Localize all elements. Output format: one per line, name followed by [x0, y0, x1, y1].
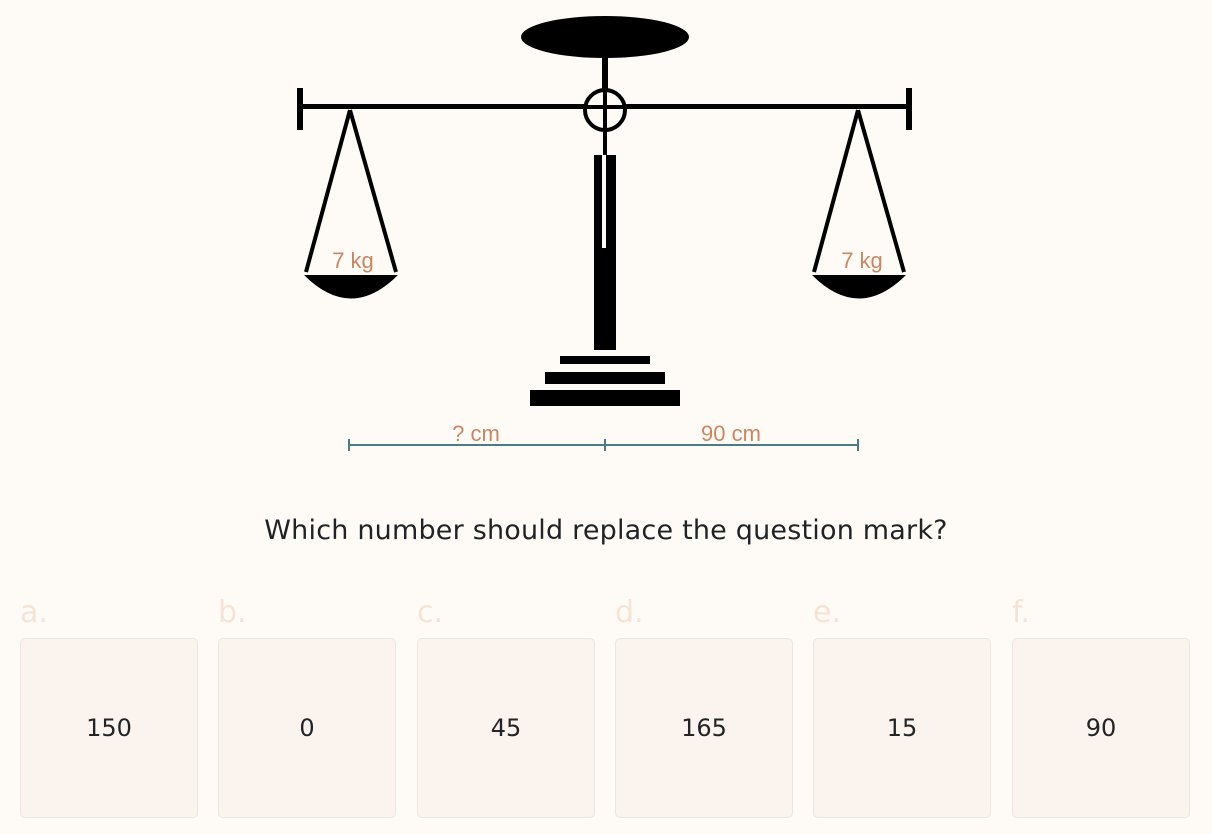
- scale-beam-left-cap: [297, 88, 303, 130]
- balance-scale-illustration: 7 kg 7 kg ? cm 90 cm: [297, 16, 912, 451]
- scale-base-step-2: [545, 372, 665, 384]
- scale-base-step-3: [530, 390, 680, 406]
- option-f: f. 90: [1012, 596, 1190, 818]
- option-c-value: 45: [490, 714, 522, 742]
- option-b-letter: b.: [218, 595, 247, 630]
- option-d: d. 165: [615, 596, 793, 818]
- scale-base-step-1: [560, 356, 650, 364]
- question-text: Which number should replace the question…: [264, 515, 948, 546]
- option-f-letter: f.: [1012, 595, 1030, 630]
- left-distance-label: ? cm: [452, 421, 500, 446]
- option-a-button[interactable]: 150: [20, 638, 198, 818]
- option-f-value: 90: [1085, 714, 1117, 742]
- scale-beam-right-cap: [906, 88, 912, 130]
- right-distance-label: 90 cm: [701, 421, 761, 446]
- option-d-letter: d.: [615, 595, 644, 630]
- option-a-value: 150: [86, 714, 132, 742]
- option-f-button[interactable]: 90: [1012, 638, 1190, 818]
- scale-top-cap: [521, 16, 689, 58]
- option-e-button[interactable]: 15: [813, 638, 991, 818]
- option-e: e. 15: [813, 596, 991, 818]
- option-e-letter: e.: [813, 595, 841, 630]
- option-d-value: 165: [681, 714, 727, 742]
- option-b-value: 0: [299, 714, 315, 742]
- distance-measure-line: [348, 439, 859, 451]
- scale-post-lower: [594, 248, 616, 350]
- left-weight-label: 7 kg: [332, 248, 374, 273]
- option-b: b. 0: [218, 596, 396, 818]
- option-b-button[interactable]: 0: [218, 638, 396, 818]
- option-c-button[interactable]: 45: [417, 638, 595, 818]
- option-a-letter: a.: [20, 595, 48, 630]
- option-a: a. 150: [20, 596, 198, 818]
- option-d-button[interactable]: 165: [615, 638, 793, 818]
- right-weight-label: 7 kg: [841, 248, 883, 273]
- option-e-value: 15: [886, 714, 918, 742]
- option-c-letter: c.: [417, 595, 444, 630]
- option-c: c. 45: [417, 596, 595, 818]
- answer-options: a. 150 b. 0 c. 45 d. 165 e. 15 f. 90: [20, 596, 1190, 818]
